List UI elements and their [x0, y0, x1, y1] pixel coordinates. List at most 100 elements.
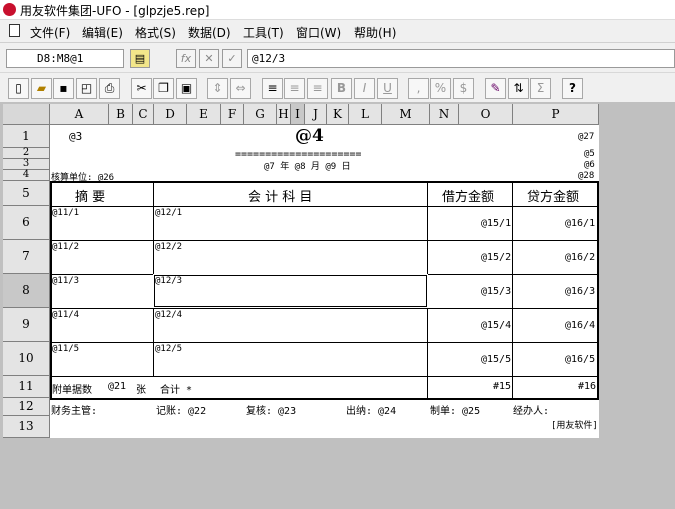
- underline-button[interactable]: U: [377, 78, 398, 99]
- cashier-label[interactable]: 出纳: @24: [346, 402, 396, 417]
- cell-p2[interactable]: @5: [584, 149, 595, 159]
- credit-cell[interactable]: @16/1: [565, 218, 595, 229]
- cell-title[interactable]: @4: [295, 126, 324, 146]
- copy-icon[interactable]: ❐: [153, 78, 174, 99]
- total-label[interactable]: 合计 *: [160, 381, 192, 396]
- summary-cell[interactable]: @11/4: [52, 310, 79, 320]
- column-header-l[interactable]: L: [349, 104, 382, 125]
- menu-edit[interactable]: 编辑(E): [82, 24, 123, 41]
- column-width-icon[interactable]: ⇔: [230, 78, 251, 99]
- row-header-6[interactable]: 6: [3, 206, 50, 240]
- debit-cell[interactable]: @15/5: [481, 354, 511, 365]
- bold-button[interactable]: B: [331, 78, 352, 99]
- debit-cell[interactable]: @15/1: [481, 218, 511, 229]
- debit-cell[interactable]: @15/2: [481, 252, 511, 263]
- cell-date[interactable]: @7 年 @8 月 @9 日: [264, 159, 351, 172]
- row-header-5[interactable]: 5: [3, 181, 50, 206]
- column-header-e[interactable]: E: [187, 104, 221, 125]
- align-right-icon[interactable]: ≡: [307, 78, 328, 99]
- preparer-label[interactable]: 制单: @25: [430, 402, 480, 417]
- subject-cell[interactable]: @12/3: [155, 276, 182, 286]
- column-header-j[interactable]: J: [305, 104, 327, 125]
- row-header-13[interactable]: 13: [3, 416, 50, 438]
- row-header-9[interactable]: 9: [3, 308, 50, 342]
- attachment-unit[interactable]: 张: [136, 381, 146, 396]
- column-header-c[interactable]: C: [133, 104, 154, 125]
- spreadsheet-grid[interactable]: A B C D E F G H I J K L M N O P 1 2 3 4 …: [3, 104, 599, 438]
- column-header-m[interactable]: M: [382, 104, 430, 125]
- debit-heading[interactable]: 借方金额: [442, 186, 494, 205]
- subject-cell[interactable]: @12/4: [155, 310, 182, 320]
- cell-p4[interactable]: @28: [578, 171, 594, 181]
- help-button[interactable]: ?: [562, 78, 583, 99]
- bookkeeper-label[interactable]: 记账: @22: [156, 402, 206, 417]
- column-header-k[interactable]: K: [327, 104, 349, 125]
- cell-a1[interactable]: @3: [69, 130, 82, 143]
- row-header-4[interactable]: 4: [3, 170, 50, 181]
- row-header-10[interactable]: 10: [3, 342, 50, 376]
- open-folder-icon[interactable]: ▰: [31, 78, 52, 99]
- debit-cell[interactable]: @15/3: [481, 286, 511, 297]
- align-left-icon[interactable]: ≡: [262, 78, 283, 99]
- column-header-f[interactable]: F: [221, 104, 244, 125]
- subject-cell[interactable]: @12/1: [155, 208, 182, 218]
- column-header-g[interactable]: G: [244, 104, 277, 125]
- debit-total[interactable]: #15: [493, 381, 511, 392]
- column-header-p[interactable]: P: [513, 104, 599, 125]
- fx-button[interactable]: fx: [176, 49, 196, 68]
- paste-icon[interactable]: ▣: [176, 78, 197, 99]
- doc-icon[interactable]: [9, 24, 20, 37]
- menu-window[interactable]: 窗口(W): [296, 24, 341, 41]
- subject-heading[interactable]: 会 计 科 目: [248, 186, 312, 205]
- summary-cell[interactable]: @11/1: [52, 208, 79, 218]
- cell-p3[interactable]: @6: [584, 160, 595, 170]
- cancel-edit-button[interactable]: ✕: [199, 49, 219, 68]
- column-header-i[interactable]: I: [291, 104, 305, 125]
- menu-data[interactable]: 数据(D): [188, 24, 231, 41]
- debit-cell[interactable]: @15/4: [481, 320, 511, 331]
- attachment-label[interactable]: 附单据数: [52, 381, 92, 396]
- row-header-12[interactable]: 12: [3, 398, 50, 416]
- column-header-d[interactable]: D: [154, 104, 187, 125]
- confirm-edit-button[interactable]: ✓: [222, 49, 242, 68]
- print-preview-icon[interactable]: ◰: [76, 78, 97, 99]
- column-header-a[interactable]: A: [50, 104, 109, 125]
- manager-label[interactable]: 财务主管:: [51, 402, 97, 417]
- credit-cell[interactable]: @16/3: [565, 286, 595, 297]
- row-header-11[interactable]: 11: [3, 376, 50, 398]
- summary-heading[interactable]: 摘 要: [75, 186, 105, 205]
- column-header-o[interactable]: O: [459, 104, 513, 125]
- handler-label[interactable]: 经办人:: [513, 402, 549, 417]
- row-header-7[interactable]: 7: [3, 240, 50, 274]
- menu-help[interactable]: 帮助(H): [354, 24, 396, 41]
- cell-p1[interactable]: @27: [578, 132, 594, 142]
- row-header-8[interactable]: 8: [3, 274, 50, 308]
- sum-icon[interactable]: Σ: [530, 78, 551, 99]
- function-wizard-icon[interactable]: ▤: [130, 49, 150, 68]
- credit-heading[interactable]: 贷方金额: [527, 186, 579, 205]
- row-header-1[interactable]: 1: [3, 125, 50, 148]
- selected-cell-range[interactable]: [153, 274, 428, 308]
- menu-format[interactable]: 格式(S): [135, 24, 176, 41]
- summary-cell[interactable]: @11/2: [52, 242, 79, 252]
- comma-style-button[interactable]: ,: [408, 78, 429, 99]
- credit-cell[interactable]: @16/4: [565, 320, 595, 331]
- new-file-icon[interactable]: ▯: [8, 78, 29, 99]
- currency-style-button[interactable]: $: [453, 78, 474, 99]
- cell-reference-box[interactable]: D8:M8@1: [6, 49, 124, 68]
- align-center-icon[interactable]: ≡: [284, 78, 305, 99]
- italic-button[interactable]: I: [354, 78, 375, 99]
- chart-wizard-icon[interactable]: ✎: [485, 78, 506, 99]
- save-icon[interactable]: ▪: [53, 78, 74, 99]
- menu-file[interactable]: 文件(F): [30, 24, 70, 41]
- column-header-b[interactable]: B: [109, 104, 133, 125]
- percent-style-button[interactable]: %: [430, 78, 451, 99]
- subject-cell[interactable]: @12/2: [155, 242, 182, 252]
- attachment-count[interactable]: @21: [108, 381, 126, 392]
- row-height-icon[interactable]: ⇕: [207, 78, 228, 99]
- formula-input[interactable]: @12/3: [247, 49, 675, 68]
- subject-cell[interactable]: @12/5: [155, 344, 182, 354]
- brand-label[interactable]: [用友软件]: [551, 418, 598, 431]
- column-header-n[interactable]: N: [430, 104, 459, 125]
- menu-tools[interactable]: 工具(T): [243, 24, 284, 41]
